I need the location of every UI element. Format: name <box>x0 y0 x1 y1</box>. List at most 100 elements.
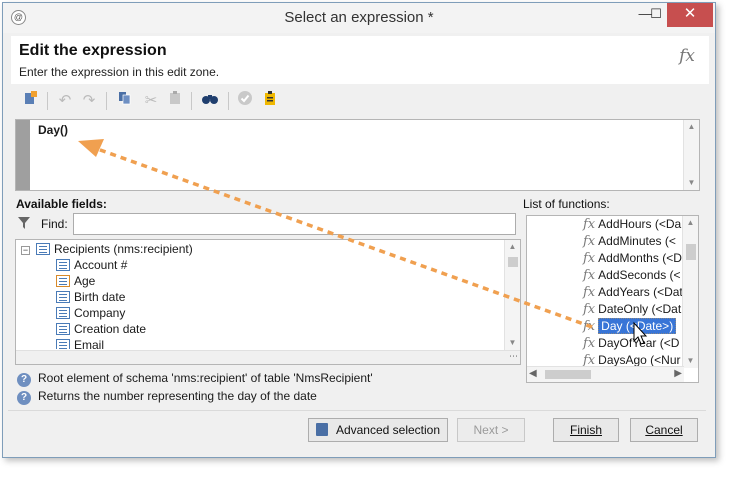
toolbar-separator <box>191 92 192 110</box>
title-bar[interactable]: @ Select an expression * — ☐ ✕ <box>3 3 715 33</box>
tree-item[interactable]: Age <box>56 273 95 289</box>
tree-root[interactable]: − Recipients (nms:recipient) <box>21 241 193 257</box>
next-label: Next > <box>473 423 509 437</box>
toolbar-separator <box>228 92 229 110</box>
function-icon: fx <box>583 268 596 283</box>
function-item[interactable]: fx AddHours (<Da <box>583 216 681 233</box>
editor-toolbar: ↶ ↷ ✂ <box>14 88 704 114</box>
editor-scrollbar[interactable]: ▲ ▼ <box>683 120 699 190</box>
function-item[interactable]: fx DayOfYear (<D <box>583 335 679 352</box>
function-label: DayOfYear (<D <box>598 336 680 350</box>
dialog-header: Edit the expression Enter the expression… <box>11 36 709 84</box>
field-icon <box>56 339 70 349</box>
next-button[interactable]: Next > <box>457 418 525 442</box>
toolbar-separator <box>47 92 48 110</box>
function-icon: fx <box>583 302 596 317</box>
redo-icon[interactable]: ↷ <box>78 90 100 112</box>
info-line-1: Root element of schema 'nms:recipient' o… <box>38 371 373 385</box>
find-icon[interactable] <box>199 90 221 112</box>
function-label: DaysAgo (<Nur <box>598 353 681 367</box>
help-icon: ? <box>17 391 31 405</box>
validate-icon[interactable] <box>234 90 256 112</box>
field-icon <box>56 307 70 319</box>
close-button[interactable]: ✕ <box>667 3 713 27</box>
function-icon: fx <box>583 217 596 232</box>
function-item[interactable]: fx AddYears (<Dat <box>583 284 683 301</box>
tree-item-label: Birth date <box>74 290 126 304</box>
new-expression-icon[interactable] <box>20 90 42 112</box>
functions-list[interactable]: fx AddHours (<Da fx AddMinutes (< fx AddMon… <box>526 215 699 383</box>
expression-editor[interactable]: Day() ▲ ▼ <box>15 119 700 191</box>
scroll-down-icon[interactable]: ▼ <box>683 354 698 368</box>
filter-icon <box>18 217 30 232</box>
advanced-selection-button[interactable]: Advanced selection <box>308 418 448 442</box>
function-icon: fx <box>583 285 596 300</box>
scroll-thumb[interactable] <box>508 257 518 267</box>
tree-root-label: Recipients (nms:recipient) <box>54 242 193 256</box>
cut-icon[interactable]: ✂ <box>140 90 162 112</box>
find-input[interactable] <box>73 213 516 235</box>
tree-item-label: Account # <box>74 258 128 272</box>
function-item[interactable]: fx AddMonths (<D <box>583 250 682 267</box>
finish-label: Finish <box>569 423 602 437</box>
function-label: AddHours (<Da <box>598 217 682 231</box>
help-icon: ? <box>17 373 31 387</box>
header-subtitle: Enter the expression in this edit zone. <box>19 65 220 79</box>
function-icon: fx <box>583 319 596 334</box>
function-item[interactable]: fx DateOnly (<Dat <box>583 301 681 318</box>
paste-icon[interactable] <box>164 90 186 112</box>
functions-vscrollbar[interactable]: ▲ ▼ <box>682 216 698 368</box>
clipboard-icon[interactable] <box>259 90 281 112</box>
scroll-up-icon[interactable]: ▲ <box>684 120 699 134</box>
function-label: AddYears (<Dat <box>598 285 683 299</box>
tree-item-label: Age <box>74 274 96 288</box>
maximize-button[interactable]: ☐ <box>643 3 669 27</box>
copy-icon[interactable] <box>114 90 136 112</box>
functions-hscrollbar[interactable]: ◀ ▶ <box>527 366 684 382</box>
function-item[interactable]: fx AddMinutes (< <box>583 233 676 250</box>
field-icon <box>56 323 70 335</box>
cancel-label: Cancel <box>645 423 683 437</box>
tree-item[interactable]: Account # <box>56 257 127 273</box>
scroll-down-icon[interactable]: ▼ <box>505 336 520 350</box>
scroll-up-icon[interactable]: ▲ <box>505 240 520 254</box>
tree-item[interactable]: Email <box>56 337 104 349</box>
finish-button[interactable]: Finish <box>553 418 619 442</box>
available-fields-tree[interactable]: − Recipients (nms:recipient) Account # Ag… <box>15 239 521 365</box>
scroll-thumb[interactable] <box>545 370 591 379</box>
scroll-down-icon[interactable]: ▼ <box>684 176 699 190</box>
table-icon <box>36 243 50 255</box>
expression-text[interactable]: Day() <box>38 123 68 137</box>
function-icon: fx <box>583 336 596 351</box>
function-label: AddMonths (<D <box>598 251 682 265</box>
function-icon: fx <box>583 251 596 266</box>
footer-divider <box>8 410 706 411</box>
tree-item[interactable]: Birth date <box>56 289 125 305</box>
field-icon <box>56 259 70 271</box>
cancel-button[interactable]: Cancel <box>630 418 698 442</box>
collapse-icon[interactable]: − <box>21 246 30 255</box>
function-icon: fx <box>583 234 596 249</box>
function-item-selected[interactable]: fx Day (<Date>) <box>583 318 677 335</box>
more-icon[interactable]: ⋯ <box>509 351 518 362</box>
tree-item-label: Company <box>74 306 126 320</box>
find-label: Find: <box>41 217 68 231</box>
scroll-thumb[interactable] <box>686 244 696 260</box>
function-item[interactable]: fx AddSeconds (< <box>583 267 681 284</box>
scroll-up-icon[interactable]: ▲ <box>683 216 698 230</box>
computed-field-icon <box>56 275 70 287</box>
expression-value: Day() <box>38 123 69 137</box>
function-label: AddSeconds (< <box>598 268 681 282</box>
window-title: Select an expression * <box>284 9 434 26</box>
fx-logo-icon: fx <box>679 46 695 66</box>
undo-icon[interactable]: ↶ <box>54 90 76 112</box>
tree-item[interactable]: Creation date <box>56 321 146 337</box>
header-title: Edit the expression <box>19 42 167 59</box>
scroll-left-icon[interactable]: ◀ <box>529 368 537 379</box>
toolbar-separator <box>106 92 107 110</box>
fields-scrollbar[interactable]: ▲ ▼ <box>504 240 520 350</box>
function-label: Day (<Date>) <box>598 318 677 334</box>
tree-item[interactable]: Company <box>56 305 125 321</box>
scroll-right-icon[interactable]: ▶ <box>674 368 682 379</box>
function-label: DateOnly (<Dat <box>598 302 682 316</box>
